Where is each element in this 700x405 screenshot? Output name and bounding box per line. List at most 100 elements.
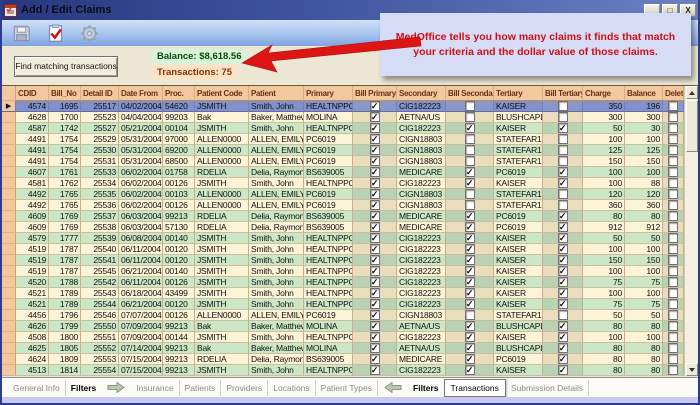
tab-filters[interactable]: Filters xyxy=(66,380,102,396)
table-row[interactable]: 451318142555407/15/200499213JSMITHSmith,… xyxy=(2,365,684,376)
delete-checkbox[interactable] xyxy=(668,145,678,155)
delete-checkbox[interactable] xyxy=(668,277,678,287)
table-row[interactable]: ▶457416952551704/02/200454620JSMITHSmith… xyxy=(2,101,684,112)
save-button[interactable] xyxy=(10,23,32,43)
bill-primary-checkbox[interactable]: ✓ xyxy=(370,299,380,309)
row-selector[interactable] xyxy=(2,178,16,189)
bill-tertiary-checkbox[interactable] xyxy=(558,101,568,111)
bill-primary-checkbox[interactable]: ✓ xyxy=(370,365,380,375)
table-row[interactable]: 451917872554006/11/200400120JSMITHSmith,… xyxy=(2,244,684,255)
table-row[interactable]: 458717422552705/21/200400104JSMITHSmith,… xyxy=(2,123,684,134)
find-matching-transactions-button[interactable]: Find matching transactions xyxy=(14,56,118,77)
row-selector[interactable] xyxy=(2,332,16,343)
column-header-date-from[interactable]: Date From xyxy=(119,86,163,101)
scroll-up-button[interactable] xyxy=(686,86,698,99)
column-header-primary[interactable]: Primary xyxy=(304,86,353,101)
column-header-bill-tertiary[interactable]: Bill Tertiary xyxy=(543,86,583,101)
row-selector[interactable] xyxy=(2,145,16,156)
bill-primary-checkbox[interactable]: ✓ xyxy=(370,178,380,188)
bill-tertiary-checkbox[interactable]: ✓ xyxy=(558,365,568,375)
bill-tertiary-checkbox[interactable]: ✓ xyxy=(558,178,568,188)
row-selector[interactable] xyxy=(2,321,16,332)
bill-tertiary-checkbox[interactable]: ✓ xyxy=(558,244,568,254)
table-row[interactable]: 458117622553406/02/200400126JSMITHSmith,… xyxy=(2,178,684,189)
tab-submission-details[interactable]: Submission Details xyxy=(506,380,589,396)
delete-checkbox[interactable] xyxy=(668,233,678,243)
column-header-secondary[interactable]: Secondary xyxy=(397,86,446,101)
bill-tertiary-checkbox[interactable] xyxy=(558,156,568,166)
tab-filters[interactable]: Filters xyxy=(408,380,444,396)
delete-checkbox[interactable] xyxy=(668,222,678,232)
bill-primary-checkbox[interactable]: ✓ xyxy=(370,233,380,243)
delete-checkbox[interactable] xyxy=(668,178,678,188)
bill-tertiary-checkbox[interactable]: ✓ xyxy=(558,288,568,298)
bill-secondary-checkbox[interactable]: ✓ xyxy=(465,178,475,188)
bill-secondary-checkbox[interactable]: ✓ xyxy=(465,211,475,221)
column-header-charge[interactable]: Charge xyxy=(583,86,625,101)
table-row[interactable]: 452017882554206/11/200400126JSMITHSmith,… xyxy=(2,277,684,288)
bill-secondary-checkbox[interactable] xyxy=(465,156,475,166)
table-row[interactable]: 460917692553706/03/200499213RDELIADelia,… xyxy=(2,211,684,222)
bill-tertiary-checkbox[interactable]: ✓ xyxy=(558,167,568,177)
bill-primary-checkbox[interactable]: ✓ xyxy=(370,343,380,353)
bill-secondary-checkbox[interactable]: ✓ xyxy=(465,244,475,254)
column-header-balance[interactable]: Balance xyxy=(625,86,663,101)
table-row[interactable]: 445617962554607/07/200400126ALLEN0000ALL… xyxy=(2,310,684,321)
bill-primary-checkbox[interactable]: ✓ xyxy=(370,211,380,221)
bill-tertiary-checkbox[interactable]: ✓ xyxy=(558,332,568,342)
bill-tertiary-checkbox[interactable]: ✓ xyxy=(558,211,568,221)
delete-checkbox[interactable] xyxy=(668,112,678,122)
bill-primary-checkbox[interactable]: ✓ xyxy=(370,145,380,155)
settings-button[interactable] xyxy=(78,23,100,43)
bill-primary-checkbox[interactable]: ✓ xyxy=(370,332,380,342)
bill-tertiary-checkbox[interactable]: ✓ xyxy=(558,233,568,243)
delete-checkbox[interactable] xyxy=(668,365,678,375)
row-selector[interactable] xyxy=(2,288,16,299)
bill-primary-checkbox[interactable]: ✓ xyxy=(370,255,380,265)
delete-checkbox[interactable] xyxy=(668,354,678,364)
tab-general-info[interactable]: General Info xyxy=(8,380,66,396)
bill-tertiary-checkbox[interactable] xyxy=(558,134,568,144)
bill-secondary-checkbox[interactable] xyxy=(465,310,475,320)
bill-tertiary-checkbox[interactable] xyxy=(558,145,568,155)
column-header-bill-no[interactable]: Bill_No xyxy=(49,86,81,101)
row-selector[interactable] xyxy=(2,310,16,321)
column-header-delete[interactable]: Delete xyxy=(663,86,684,101)
scroll-down-button[interactable] xyxy=(686,363,698,376)
delete-checkbox[interactable] xyxy=(668,101,678,111)
row-selector[interactable] xyxy=(2,167,16,178)
bill-primary-checkbox[interactable]: ✓ xyxy=(370,112,380,122)
bill-secondary-checkbox[interactable]: ✓ xyxy=(465,167,475,177)
bill-tertiary-checkbox[interactable] xyxy=(558,200,568,210)
bill-primary-checkbox[interactable]: ✓ xyxy=(370,134,380,144)
row-selector[interactable] xyxy=(2,255,16,266)
row-selector[interactable] xyxy=(2,277,16,288)
row-selector[interactable] xyxy=(2,266,16,277)
delete-checkbox[interactable] xyxy=(668,332,678,342)
bill-secondary-checkbox[interactable]: ✓ xyxy=(465,354,475,364)
bill-secondary-checkbox[interactable]: ✓ xyxy=(465,233,475,243)
column-header-proc[interactable]: Proc. xyxy=(163,86,195,101)
delete-checkbox[interactable] xyxy=(668,200,678,210)
bill-secondary-checkbox[interactable]: ✓ xyxy=(465,365,475,375)
row-selector[interactable] xyxy=(2,123,16,134)
bill-primary-checkbox[interactable]: ✓ xyxy=(370,288,380,298)
row-selector[interactable] xyxy=(2,233,16,244)
table-row[interactable]: 449217652553606/02/200400126ALLEN0000ALL… xyxy=(2,200,684,211)
row-selector[interactable] xyxy=(2,222,16,233)
bill-tertiary-checkbox[interactable]: ✓ xyxy=(558,343,568,353)
row-selector[interactable]: ▶ xyxy=(2,101,16,112)
bill-primary-checkbox[interactable]: ✓ xyxy=(370,123,380,133)
scrollbar-thumb[interactable] xyxy=(686,100,698,152)
table-row[interactable]: 462518052555207/14/200499213BakBaker, Ma… xyxy=(2,343,684,354)
table-row[interactable]: 452117892554306/18/200443499JSMITHSmith,… xyxy=(2,288,684,299)
bill-secondary-checkbox[interactable]: ✓ xyxy=(465,255,475,265)
bill-primary-checkbox[interactable]: ✓ xyxy=(370,222,380,232)
bill-primary-checkbox[interactable]: ✓ xyxy=(370,200,380,210)
tab-patients[interactable]: Patients xyxy=(180,380,222,396)
delete-checkbox[interactable] xyxy=(668,211,678,221)
vertical-scrollbar[interactable] xyxy=(684,86,698,376)
bill-tertiary-checkbox[interactable]: ✓ xyxy=(558,255,568,265)
table-row[interactable]: 450818002555107/09/200400144JSMITHSmith,… xyxy=(2,332,684,343)
delete-checkbox[interactable] xyxy=(668,343,678,353)
